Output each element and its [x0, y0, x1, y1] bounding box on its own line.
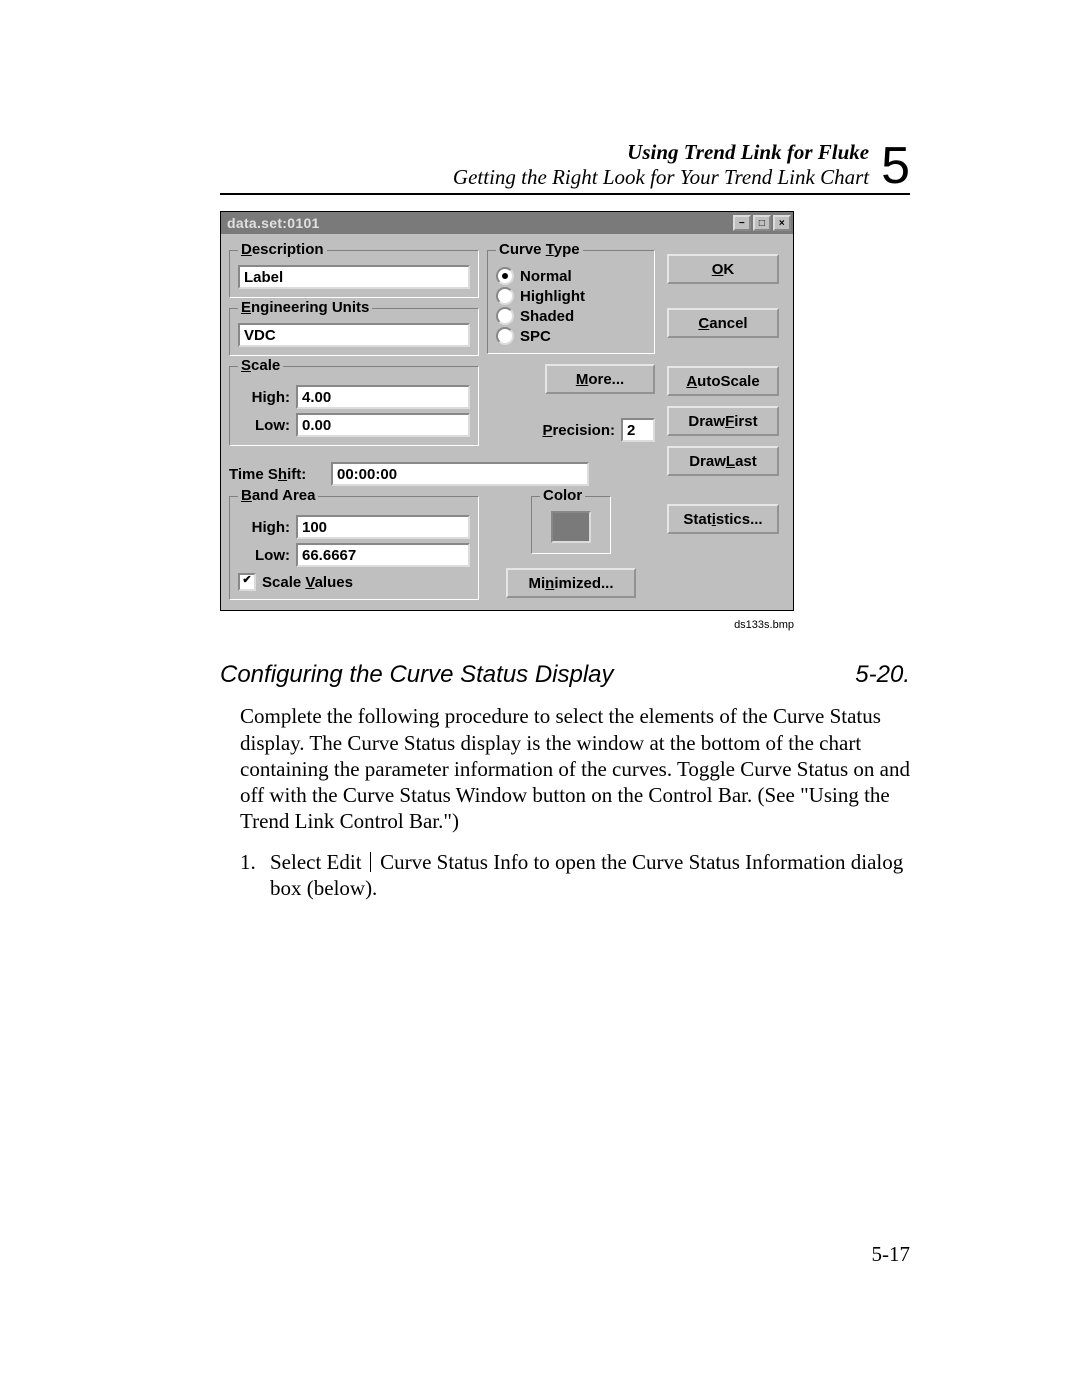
group-scale-legend: Scale — [238, 357, 283, 374]
page-number: 5-17 — [872, 1242, 911, 1267]
radio-highlight[interactable]: Highlight — [496, 287, 646, 305]
chapter-number: 5 — [881, 140, 910, 192]
group-curve-type: Curve Type Normal Highlight Shaded SPC — [487, 250, 655, 354]
ok-button[interactable]: OK — [667, 254, 779, 284]
scale-values-label: Scale Values — [262, 574, 353, 591]
dialog-screenshot: data.set:0101 − □ × Description Label — [220, 211, 910, 611]
description-input[interactable]: Label — [238, 265, 470, 289]
page-header: Using Trend Link for Fluke Getting the R… — [220, 140, 910, 195]
maximize-icon[interactable]: □ — [753, 215, 771, 231]
group-engineering-units: Engineering Units VDC — [229, 308, 479, 356]
more-button[interactable]: More... — [545, 364, 655, 394]
minimize-icon[interactable]: − — [733, 215, 751, 231]
color-swatch[interactable] — [551, 511, 591, 543]
checkbox-icon: ✔ — [238, 573, 256, 591]
paragraph-1: Complete the following procedure to sele… — [220, 703, 910, 834]
time-shift-label: Time Shift: — [229, 466, 325, 483]
band-low-input[interactable]: 66.6667 — [296, 543, 470, 567]
group-scale: Scale High: 4.00 Low: 0.00 — [229, 366, 479, 446]
section-heading-row: Configuring the Curve Status Display 5-2… — [220, 661, 910, 689]
header-title: Using Trend Link for Fluke — [453, 140, 869, 165]
radio-icon — [496, 267, 514, 285]
draw-first-button[interactable]: Draw First — [667, 406, 779, 436]
scale-values-checkbox[interactable]: ✔ Scale Values — [238, 573, 470, 591]
cancel-button[interactable]: Cancel — [667, 308, 779, 338]
minimized-button[interactable]: Minimized... — [506, 568, 636, 598]
group-band-area-legend: Band Area — [238, 487, 318, 504]
draw-last-button[interactable]: Draw Last — [667, 446, 779, 476]
engineering-units-input[interactable]: VDC — [238, 323, 470, 347]
statistics-button[interactable]: Statistics... — [667, 504, 779, 534]
section-number: 5-20. — [855, 661, 910, 689]
dialog-titlebar[interactable]: data.set:0101 − □ × — [221, 212, 793, 234]
radio-spc[interactable]: SPC — [496, 327, 646, 345]
list-num: 1. — [240, 849, 270, 902]
dialog-title: data.set:0101 — [227, 215, 320, 231]
group-curve-type-legend: Curve Type — [496, 241, 583, 258]
figure-caption: ds133s.bmp — [220, 619, 796, 631]
precision-input[interactable]: 2 — [621, 418, 655, 442]
group-eng-units-legend: Engineering Units — [238, 299, 372, 316]
list-text: Select Edit Curve Status Info to open th… — [270, 849, 910, 902]
scale-high-label: High: — [238, 389, 290, 406]
header-texts: Using Trend Link for Fluke Getting the R… — [453, 140, 869, 190]
group-color: Color — [531, 496, 611, 554]
group-color-legend: Color — [540, 487, 585, 504]
header-subtitle: Getting the Right Look for Your Trend Li… — [453, 165, 869, 190]
close-icon[interactable]: × — [773, 215, 791, 231]
radio-icon — [496, 327, 514, 345]
radio-normal[interactable]: Normal — [496, 267, 646, 285]
list-item-1: 1. Select Edit Curve Status Info to open… — [220, 849, 910, 902]
group-band-area: Band Area High: 100 Low: 66.6667 ✔ Scale… — [229, 496, 479, 600]
group-description: Description Label — [229, 250, 479, 298]
scale-high-input[interactable]: 4.00 — [296, 385, 470, 409]
precision-label: Precision: — [542, 422, 615, 439]
scale-low-input[interactable]: 0.00 — [296, 413, 470, 437]
radio-shaded[interactable]: Shaded — [496, 307, 646, 325]
autoscale-button[interactable]: AutoScale — [667, 366, 779, 396]
scale-low-label: Low: — [238, 417, 290, 434]
menu-separator-icon — [370, 852, 372, 872]
dialog-window: data.set:0101 − □ × Description Label — [220, 211, 794, 611]
section-heading: Configuring the Curve Status Display — [220, 661, 614, 689]
radio-icon — [496, 287, 514, 305]
radio-icon — [496, 307, 514, 325]
band-high-label: High: — [238, 519, 290, 536]
band-low-label: Low: — [238, 547, 290, 564]
group-description-legend: Description — [238, 241, 327, 258]
band-high-input[interactable]: 100 — [296, 515, 470, 539]
